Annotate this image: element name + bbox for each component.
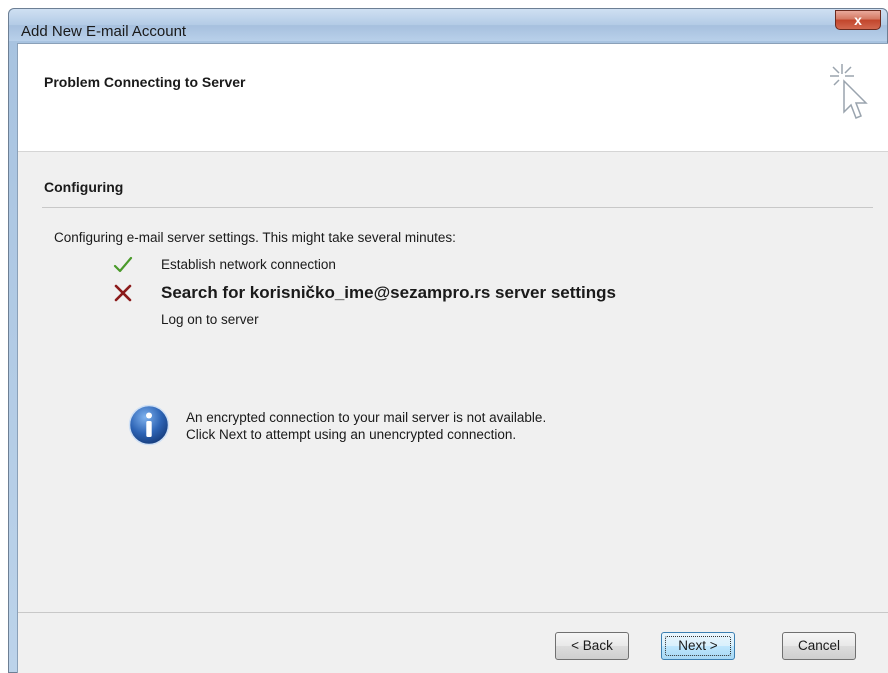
check-icon bbox=[113, 256, 133, 273]
cancel-button[interactable]: Cancel bbox=[782, 632, 856, 660]
header-area: Problem Connecting to Server bbox=[18, 44, 888, 152]
dialog-window: Add New E-mail Account x Problem Connect… bbox=[8, 8, 888, 673]
divider bbox=[42, 207, 873, 208]
window-title: Add New E-mail Account bbox=[21, 23, 187, 40]
next-button[interactable]: Next > bbox=[661, 632, 735, 660]
info-line: An encrypted connection to your mail ser… bbox=[186, 410, 547, 425]
step-label: Establish network connection bbox=[161, 257, 336, 272]
intro-text: Configuring e-mail server settings. This… bbox=[54, 230, 456, 245]
close-button[interactable]: x bbox=[835, 10, 881, 30]
x-icon bbox=[114, 284, 132, 302]
step-label: Search for korisničko_ime@sezampro.rs se… bbox=[161, 283, 616, 302]
divider bbox=[18, 612, 888, 613]
dialog-body: Problem Connecting to Server Configuring… bbox=[17, 43, 888, 673]
section-title: Configuring bbox=[44, 179, 124, 195]
info-line: Click Next to attempt using an unencrypt… bbox=[186, 427, 517, 442]
step-label: Log on to server bbox=[161, 312, 259, 327]
info-message: An encrypted connection to your mail ser… bbox=[186, 409, 546, 443]
back-button[interactable]: < Back bbox=[555, 632, 629, 660]
focus-ring bbox=[665, 636, 731, 656]
wizard-cursor-icon bbox=[830, 64, 868, 119]
page-title: Problem Connecting to Server bbox=[44, 74, 246, 90]
title-bar[interactable]: Add New E-mail Account x bbox=[9, 9, 887, 41]
info-icon bbox=[128, 404, 170, 446]
